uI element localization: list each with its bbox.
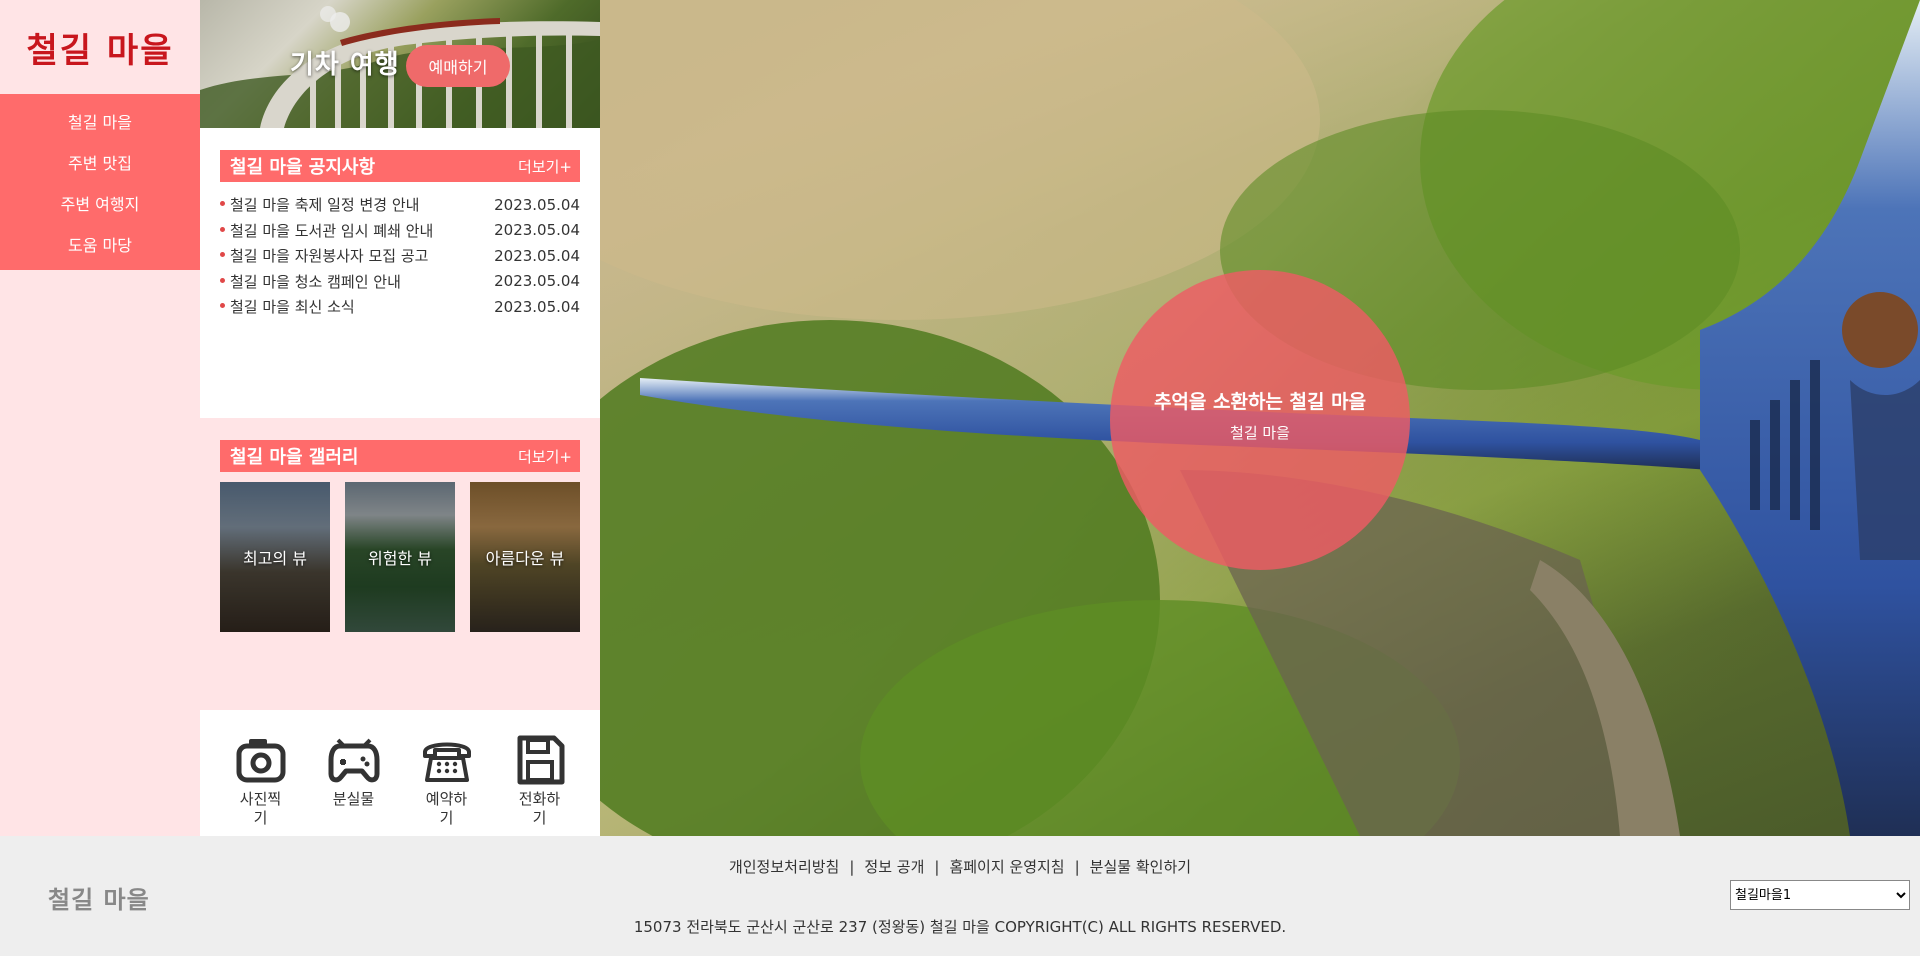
quick-lost-label: 분실물 xyxy=(332,790,375,808)
quick-photo-button[interactable]: 사진찍기 xyxy=(226,734,296,836)
footer: 철길 마을 개인정보처리방침 | 정보 공개 | 홈페이지 운영지침 | 분실물 확인하기 … xyxy=(0,836,1920,956)
notice-item-title[interactable]: 철길 마을 축제 일정 변경 안내 xyxy=(220,194,419,215)
gamepad-icon xyxy=(328,738,379,783)
quick-menu: 사진찍기 분실물 예약하기 전화하기 xyxy=(200,710,600,836)
viaduct-illustration xyxy=(200,6,600,128)
site-logo[interactable]: 철길 마을 xyxy=(0,0,200,94)
list-item[interactable]: 철길 마을 최신 소식 2023.05.04 xyxy=(220,294,580,320)
gallery-thumb-best-view[interactable]: 최고의 뷰 xyxy=(220,482,330,632)
list-item[interactable]: 철길 마을 축제 일정 변경 안내 2023.05.04 xyxy=(220,192,580,218)
nav-item-attractions[interactable]: 주변 여행지 xyxy=(0,182,200,223)
notice-item-date: 2023.05.04 xyxy=(494,297,580,316)
gallery-thumbnails: 최고의 뷰 위험한 뷰 아름다운 뷰 xyxy=(220,482,580,632)
footer-separator: | xyxy=(934,858,940,876)
gallery-more-link[interactable]: 더보기+ xyxy=(518,446,572,467)
quick-reserve-label: 예약하기 xyxy=(425,790,468,827)
notice-item-date: 2023.05.04 xyxy=(494,221,580,240)
privacy-policy-link[interactable]: 개인정보처리방침 xyxy=(729,858,839,876)
lost-items-link[interactable]: 분실물 확인하기 xyxy=(1090,858,1191,876)
floppy-disk-icon xyxy=(517,735,564,785)
footer-separator: | xyxy=(849,858,855,876)
site-select[interactable]: 철길마을1 xyxy=(1730,880,1910,910)
notice-item-date: 2023.05.04 xyxy=(494,272,580,291)
list-item[interactable]: 철길 마을 자원봉사자 모집 공고 2023.05.04 xyxy=(220,243,580,269)
hero-image: 추억을 소환하는 철길 마을 철길 마을 xyxy=(600,0,1920,836)
notice-more-link[interactable]: 더보기+ xyxy=(518,156,572,177)
nav-item-restaurants[interactable]: 주변 맛집 xyxy=(0,141,200,182)
notice-list: 철길 마을 축제 일정 변경 안내 2023.05.04 철길 마을 도서관 임… xyxy=(220,192,580,320)
quick-reserve-button[interactable]: 예약하기 xyxy=(412,734,482,836)
quick-call-button[interactable]: 전화하기 xyxy=(505,734,575,836)
main-nav: 철길 마을 주변 맛집 주변 여행지 도움 마당 xyxy=(0,94,200,270)
footer-logo[interactable]: 철길 마을 xyxy=(48,880,150,915)
banner-title: 기차 여행 xyxy=(290,50,400,80)
hero-title: 추억을 소환하는 철길 마을 xyxy=(1153,391,1367,413)
gallery-thumb-label: 최고의 뷰 xyxy=(243,549,307,568)
gallery-thumb-label: 아름다운 뷰 xyxy=(485,549,565,568)
footer-links: 개인정보처리방침 | 정보 공개 | 홈페이지 운영지침 | 분실물 확인하기 xyxy=(0,856,1920,877)
gallery-header: 철길 마을 갤러리 더보기+ xyxy=(220,440,580,472)
quick-photo-label: 사진찍기 xyxy=(239,790,282,827)
notice-item-title[interactable]: 철길 마을 청소 캠페인 안내 xyxy=(220,271,401,292)
nav-item-railway-village[interactable]: 철길 마을 xyxy=(0,100,200,141)
notice-item-title[interactable]: 철길 마을 자원봉사자 모집 공고 xyxy=(220,245,428,266)
reserve-button[interactable]: 예매하기 xyxy=(406,45,510,87)
notice-header: 철길 마을 공지사항 더보기+ xyxy=(220,150,580,182)
notice-item-date: 2023.05.04 xyxy=(494,246,580,265)
quick-call-label: 전화하기 xyxy=(518,790,561,827)
footer-address: 15073 전라북도 군산시 군산로 237 (정왕동) 철길 마을 COPYR… xyxy=(633,918,1287,936)
footer-separator: | xyxy=(1074,858,1080,876)
gallery-section: 철길 마을 갤러리 더보기+ 최고의 뷰 위험한 뷰 아름다운 뷰 xyxy=(200,418,600,710)
gallery-thumb-beautiful-view[interactable]: 아름다운 뷰 xyxy=(470,482,580,632)
list-item[interactable]: 철길 마을 도서관 임시 폐쇄 안내 2023.05.04 xyxy=(220,218,580,244)
hero-badge: 추억을 소환하는 철길 마을 철길 마을 xyxy=(1110,270,1410,570)
camera-icon xyxy=(236,739,285,783)
gallery-title: 철길 마을 갤러리 xyxy=(230,447,359,468)
nav-item-help[interactable]: 도움 마당 xyxy=(0,223,200,264)
middle-column: 기차 여행 예매하기 철길 마을 공지사항 더보기+ 철길 마을 축제 일정 변… xyxy=(200,0,600,836)
telephone-icon xyxy=(422,742,471,782)
train-trip-banner: 기차 여행 예매하기 xyxy=(200,0,600,128)
notice-section: 철길 마을 공지사항 더보기+ 철길 마을 축제 일정 변경 안내 2023.0… xyxy=(200,128,600,418)
notice-item-date: 2023.05.04 xyxy=(494,195,580,214)
gallery-thumb-label: 위험한 뷰 xyxy=(368,549,432,568)
notice-item-title[interactable]: 철길 마을 최신 소식 xyxy=(220,296,355,317)
hero-subtitle: 철길 마을 xyxy=(1230,424,1290,442)
notice-item-title[interactable]: 철길 마을 도서관 임시 폐쇄 안내 xyxy=(220,220,433,241)
sidebar: 철길 마을 철길 마을 주변 맛집 주변 여행지 도움 마당 xyxy=(0,0,200,836)
gallery-thumb-dangerous-view[interactable]: 위험한 뷰 xyxy=(345,482,455,632)
site-guidelines-link[interactable]: 홈페이지 운영지침 xyxy=(949,858,1064,876)
notice-title: 철길 마을 공지사항 xyxy=(230,157,376,178)
information-disclosure-link[interactable]: 정보 공개 xyxy=(864,858,924,876)
list-item[interactable]: 철길 마을 청소 캠페인 안내 2023.05.04 xyxy=(220,269,580,295)
quick-lost-button[interactable]: 분실물 xyxy=(319,734,389,836)
